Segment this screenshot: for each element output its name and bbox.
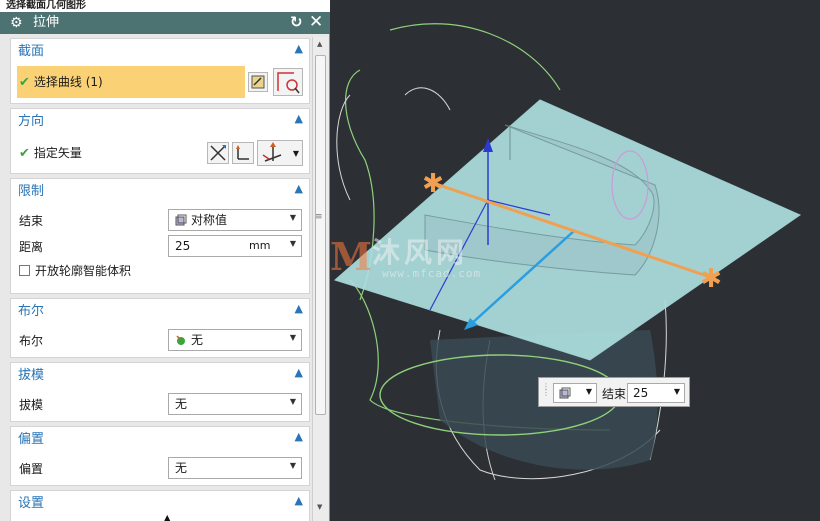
section-title[interactable]: 截面 xyxy=(18,44,44,60)
offset-group: 偏置 ▲ 偏置 无 ▼ xyxy=(10,426,310,486)
inferred-vector-icon xyxy=(262,142,282,162)
collapse-chevron-up-icon[interactable]: ▲ xyxy=(295,302,303,315)
boolean-title[interactable]: 布尔 xyxy=(18,304,44,320)
curve-icon xyxy=(277,72,300,94)
collapse-chevron-up-icon[interactable]: ▲ xyxy=(295,42,303,55)
scrollbar-thumb[interactable] xyxy=(315,55,326,415)
watermark-text: 沐风网 xyxy=(372,236,469,269)
scroll-up-icon[interactable]: ▲ xyxy=(317,40,322,48)
draft-label: 拔模 xyxy=(19,398,44,412)
vector-icon xyxy=(236,145,249,160)
open-profile-row[interactable]: 开放轮廓智能体积 xyxy=(19,263,131,279)
draft-dropdown[interactable]: 无 ▼ xyxy=(168,393,302,415)
offset-value: 无 xyxy=(175,461,188,475)
dialog-scrollbar[interactable]: ▲ ≡ ▼ xyxy=(312,37,328,521)
select-curve-row[interactable]: ✔ 选择曲线 (1) xyxy=(17,66,245,98)
offset-label: 偏置 xyxy=(19,462,44,476)
open-profile-label: 开放轮廓智能体积 xyxy=(35,264,132,278)
watermark-url: www.mfcad.com xyxy=(382,267,482,280)
scroll-grip-icon: ≡ xyxy=(315,212,323,222)
chevron-down-icon: ▼ xyxy=(289,213,296,222)
curve-button[interactable] xyxy=(273,68,303,96)
onscreen-limit-dropdown[interactable]: ▼ xyxy=(553,383,597,403)
reverse-direction-button[interactable] xyxy=(207,142,229,164)
vector-dialog-button[interactable] xyxy=(232,142,254,164)
limits-group: 限制 ▲ 结束 对称值 ▼ 距离 25 mm ▼ 开放轮廓智能体积 xyxy=(10,178,310,294)
chevron-down-icon: ▼ xyxy=(289,239,296,248)
drag-grip-icon[interactable]: ⋮ ⋮ xyxy=(542,383,550,397)
dialog-titlebar[interactable]: ⚙ 拉伸 ↻ ✕ xyxy=(0,12,330,34)
svg-text:✱: ✱ xyxy=(700,264,722,294)
chevron-down-icon: ▼ xyxy=(289,333,296,342)
chevron-down-icon: ▼ xyxy=(585,387,592,396)
section-group: 截面 ▲ ✔ 选择曲线 (1) xyxy=(10,38,310,104)
gear-icon[interactable]: ⚙ xyxy=(10,14,23,32)
symmetric-value-icon xyxy=(559,387,571,402)
draft-title[interactable]: 拔模 xyxy=(18,368,44,384)
chevron-down-icon: ▼ xyxy=(289,461,296,470)
distance-label: 距离 xyxy=(19,240,44,254)
boolean-value: 无 xyxy=(191,333,204,347)
open-profile-checkbox[interactable] xyxy=(19,265,30,276)
end-label: 结束 xyxy=(19,214,44,228)
boolean-group: 布尔 ▲ 布尔 无 ▼ xyxy=(10,298,310,358)
vector-type-dropdown[interactable]: ▼ xyxy=(257,140,303,166)
extrude-dialog: ⚙ 拉伸 ↻ ✕ 截面 ▲ ✔ 选择曲线 (1) 方向 ▲ ✔ 指定矢量 ▼ 限… xyxy=(0,12,330,521)
check-icon: ✔ xyxy=(19,75,30,90)
direction-group: 方向 ▲ ✔ 指定矢量 ▼ xyxy=(10,108,310,174)
watermark-logo-icon: M xyxy=(330,234,373,279)
watermark: M 沐风网 www.mfcad.com xyxy=(330,235,505,285)
onscreen-input-box: ⋮ ⋮ ▼ 结束 25 ▼ xyxy=(538,377,690,407)
draft-group: 拔模 ▲ 拔模 无 ▼ xyxy=(10,362,310,422)
collapse-chevron-up-icon[interactable]: ▲ xyxy=(295,430,303,443)
settings-group: 设置 ▲ xyxy=(10,490,310,521)
end-value: 对称值 xyxy=(191,213,228,227)
offset-dropdown[interactable]: 无 ▼ xyxy=(168,457,302,479)
cue-line: 选择截面几何图形 xyxy=(0,0,330,12)
distance-input[interactable]: 25 mm ▼ xyxy=(168,235,302,257)
limits-title[interactable]: 限制 xyxy=(18,184,44,200)
sketch-icon xyxy=(251,75,265,89)
distance-value: 25 xyxy=(175,239,191,253)
reset-icon[interactable]: ↻ xyxy=(290,13,303,31)
close-icon[interactable]: ✕ xyxy=(309,12,323,32)
offset-title[interactable]: 偏置 xyxy=(18,432,44,448)
collapse-chevron-up-icon[interactable]: ▲ xyxy=(295,494,303,507)
symmetric-value-icon xyxy=(175,214,187,226)
dialog-title: 拉伸 xyxy=(33,15,60,30)
specify-vector-label: 指定矢量 xyxy=(33,146,82,160)
chevron-down-icon: ▼ xyxy=(292,149,299,158)
boolean-label: 布尔 xyxy=(19,334,44,348)
sketch-section-button[interactable] xyxy=(248,72,268,92)
scroll-down-icon[interactable]: ▼ xyxy=(317,503,322,511)
chevron-down-icon: ▼ xyxy=(289,397,296,406)
svg-text:✱: ✱ xyxy=(422,169,444,199)
onscreen-end-input[interactable]: 25 ▼ xyxy=(627,383,685,403)
settings-title[interactable]: 设置 xyxy=(18,496,44,512)
distance-unit: mm xyxy=(249,239,271,252)
collapse-chevron-up-icon[interactable]: ▲ xyxy=(295,182,303,195)
check-icon: ✔ xyxy=(19,146,30,161)
mouse-cursor-icon: ▲ xyxy=(163,512,172,521)
reverse-direction-icon xyxy=(210,145,226,161)
collapse-chevron-up-icon[interactable]: ▲ xyxy=(295,366,303,379)
boolean-none-icon xyxy=(175,334,187,346)
direction-title[interactable]: 方向 xyxy=(18,114,44,130)
end-dropdown[interactable]: 对称值 ▼ xyxy=(168,209,302,231)
onscreen-end-value: 25 xyxy=(633,386,649,400)
draft-value: 无 xyxy=(175,397,188,411)
select-curve-label: 选择曲线 (1) xyxy=(33,75,103,89)
onscreen-end-label: 结束 xyxy=(602,387,627,401)
boolean-dropdown[interactable]: 无 ▼ xyxy=(168,329,302,351)
collapse-chevron-up-icon[interactable]: ▲ xyxy=(295,112,303,125)
chevron-down-icon: ▼ xyxy=(673,387,680,396)
